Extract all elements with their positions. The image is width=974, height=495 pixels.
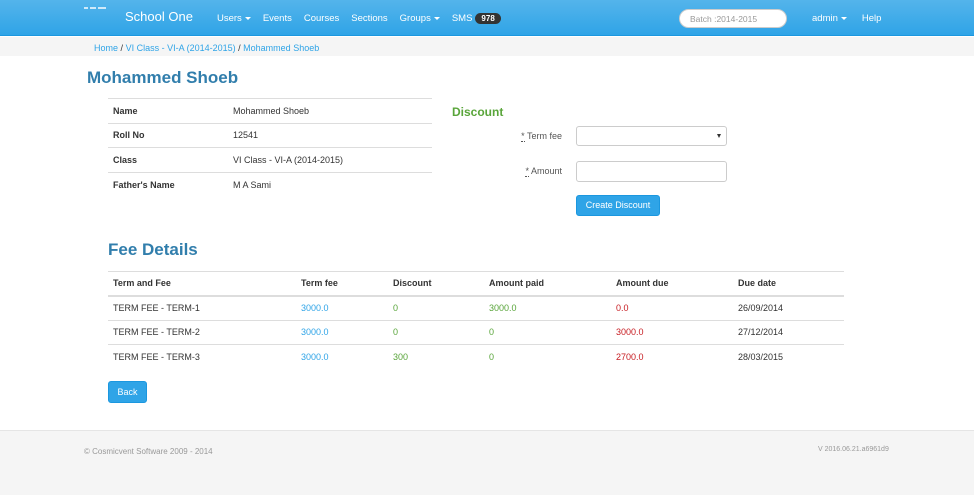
nav-sms-label: SMS <box>451 13 473 24</box>
version-text: V 2016.06.21.a6961d9 <box>818 446 889 453</box>
nav-sms[interactable]: SMS 978 <box>452 13 501 24</box>
page-title: Mohammed Shoeb <box>87 68 239 87</box>
column-header: Due date <box>733 271 844 297</box>
term-fee-label-text: Term fee <box>526 131 562 141</box>
nav-courses[interactable]: Courses <box>304 13 339 24</box>
term-cell: TERM FEE - TERM-1 <box>113 303 200 313</box>
term-fee-cell: 3000.0 <box>296 319 388 345</box>
chevron-down-icon <box>840 16 847 20</box>
amount-paid-cell: 0 <box>484 319 611 345</box>
info-row: Class VI Class - VI-A (2014-2015) <box>108 147 432 172</box>
column-header: Amount due <box>611 271 733 297</box>
info-value: 12541 <box>228 122 432 148</box>
amount-due-cell: 2700.0 <box>611 344 733 369</box>
navbar: School One Users Events Courses Sections… <box>0 0 974 36</box>
info-value: Mohammed Shoeb <box>228 98 432 123</box>
nav-groups[interactable]: Groups <box>400 13 440 24</box>
main-nav: Users Events Courses Sections Groups SMS… <box>217 13 513 24</box>
info-label: Father's Name <box>108 171 228 197</box>
admin-menu-label: admin <box>812 13 838 24</box>
chevron-down-icon <box>717 134 721 138</box>
nav-users-label: Users <box>217 13 242 24</box>
term-fee-cell: 3000.0 <box>296 344 388 369</box>
required-mark: * <box>521 131 525 142</box>
amount-label: * Amount <box>502 166 562 177</box>
fee-details-title: Fee Details <box>108 240 198 259</box>
back-button[interactable]: Back <box>108 381 147 403</box>
logo[interactable] <box>84 7 114 13</box>
amount-paid-cell: 3000.0 <box>489 303 517 313</box>
user-nav: admin Help <box>812 13 896 24</box>
info-label: Roll No <box>108 122 228 148</box>
table-row: TERM FEE - TERM-2 3000.0 0 0 3000.0 27/1… <box>108 319 844 345</box>
column-header: Term and Fee <box>108 271 296 297</box>
info-row: Roll No 12541 <box>108 122 432 148</box>
breadcrumb: Home / VI Class - VI-A (2014-2015) / Moh… <box>94 43 319 53</box>
nav-events[interactable]: Events <box>263 13 292 24</box>
footer <box>0 430 974 495</box>
info-value: VI Class - VI-A (2014-2015) <box>228 147 432 172</box>
term-fee-cell: 3000.0 <box>301 303 329 313</box>
create-discount-button[interactable]: Create Discount <box>576 195 660 216</box>
amount-input[interactable] <box>576 161 727 182</box>
info-label: Name <box>108 98 228 123</box>
due-date-cell: 28/03/2015 <box>733 344 844 369</box>
batch-search-input[interactable]: Batch :2014-2015 <box>679 9 787 28</box>
info-row: Name Mohammed Shoeb <box>108 98 432 123</box>
info-value: M A Sami <box>228 171 432 197</box>
amount-due-cell: 0.0 <box>616 303 629 313</box>
nav-groups-label: Groups <box>399 13 431 24</box>
info-row: Father's Name M A Sami <box>108 171 432 197</box>
term-fee-label: * Term fee <box>502 131 562 142</box>
due-date-cell: 26/09/2014 <box>738 303 784 313</box>
due-date-cell: 27/12/2014 <box>733 319 844 345</box>
term-cell: TERM FEE - TERM-2 <box>108 319 296 345</box>
nav-users[interactable]: Users <box>217 13 251 24</box>
table-row: TERM FEE - TERM-3 3000.0 300 0 2700.0 28… <box>108 344 844 369</box>
breadcrumb-home[interactable]: Home <box>94 43 118 53</box>
copyright-text: © Cosmicvent Software 2009 - 2014 <box>84 447 213 456</box>
breadcrumb-current[interactable]: Mohammed Shoeb <box>243 43 319 53</box>
discount-cell: 300 <box>388 344 484 369</box>
help-link[interactable]: Help <box>862 13 882 24</box>
amount-paid-cell: 0 <box>484 344 611 369</box>
amount-due-cell: 3000.0 <box>611 319 733 345</box>
discount-title: Discount <box>452 105 504 119</box>
breadcrumb-separator: / <box>238 43 241 53</box>
term-cell: TERM FEE - TERM-3 <box>108 344 296 369</box>
column-header: Amount paid <box>484 271 611 297</box>
breadcrumb-class[interactable]: VI Class - VI-A (2014-2015) <box>126 43 236 53</box>
term-fee-select[interactable] <box>576 126 727 146</box>
required-mark: * <box>525 166 529 177</box>
discount-cell: 0 <box>393 303 399 313</box>
table-row: TERM FEE - TERM-1 3000.0 0 3000.0 0.0 26… <box>108 296 844 321</box>
amount-label-text: Amount <box>530 166 562 176</box>
sms-count-badge: 978 <box>475 13 501 24</box>
admin-menu[interactable]: admin <box>812 13 847 24</box>
column-header: Discount <box>388 271 484 297</box>
breadcrumb-separator: / <box>120 43 124 53</box>
fee-details-table: Term and Fee Term fee Discount Amount pa… <box>108 271 844 369</box>
student-info-table: Name Mohammed Shoeb Roll No 12541 Class … <box>108 98 432 197</box>
table-header-row: Term and Fee Term fee Discount Amount pa… <box>108 271 844 297</box>
column-header: Term fee <box>296 271 388 297</box>
nav-sections[interactable]: Sections <box>351 13 387 24</box>
discount-cell: 0 <box>388 319 484 345</box>
chevron-down-icon <box>433 16 440 20</box>
info-label: Class <box>108 147 228 172</box>
chevron-down-icon <box>244 16 251 20</box>
brand-name[interactable]: School One <box>125 9 193 24</box>
